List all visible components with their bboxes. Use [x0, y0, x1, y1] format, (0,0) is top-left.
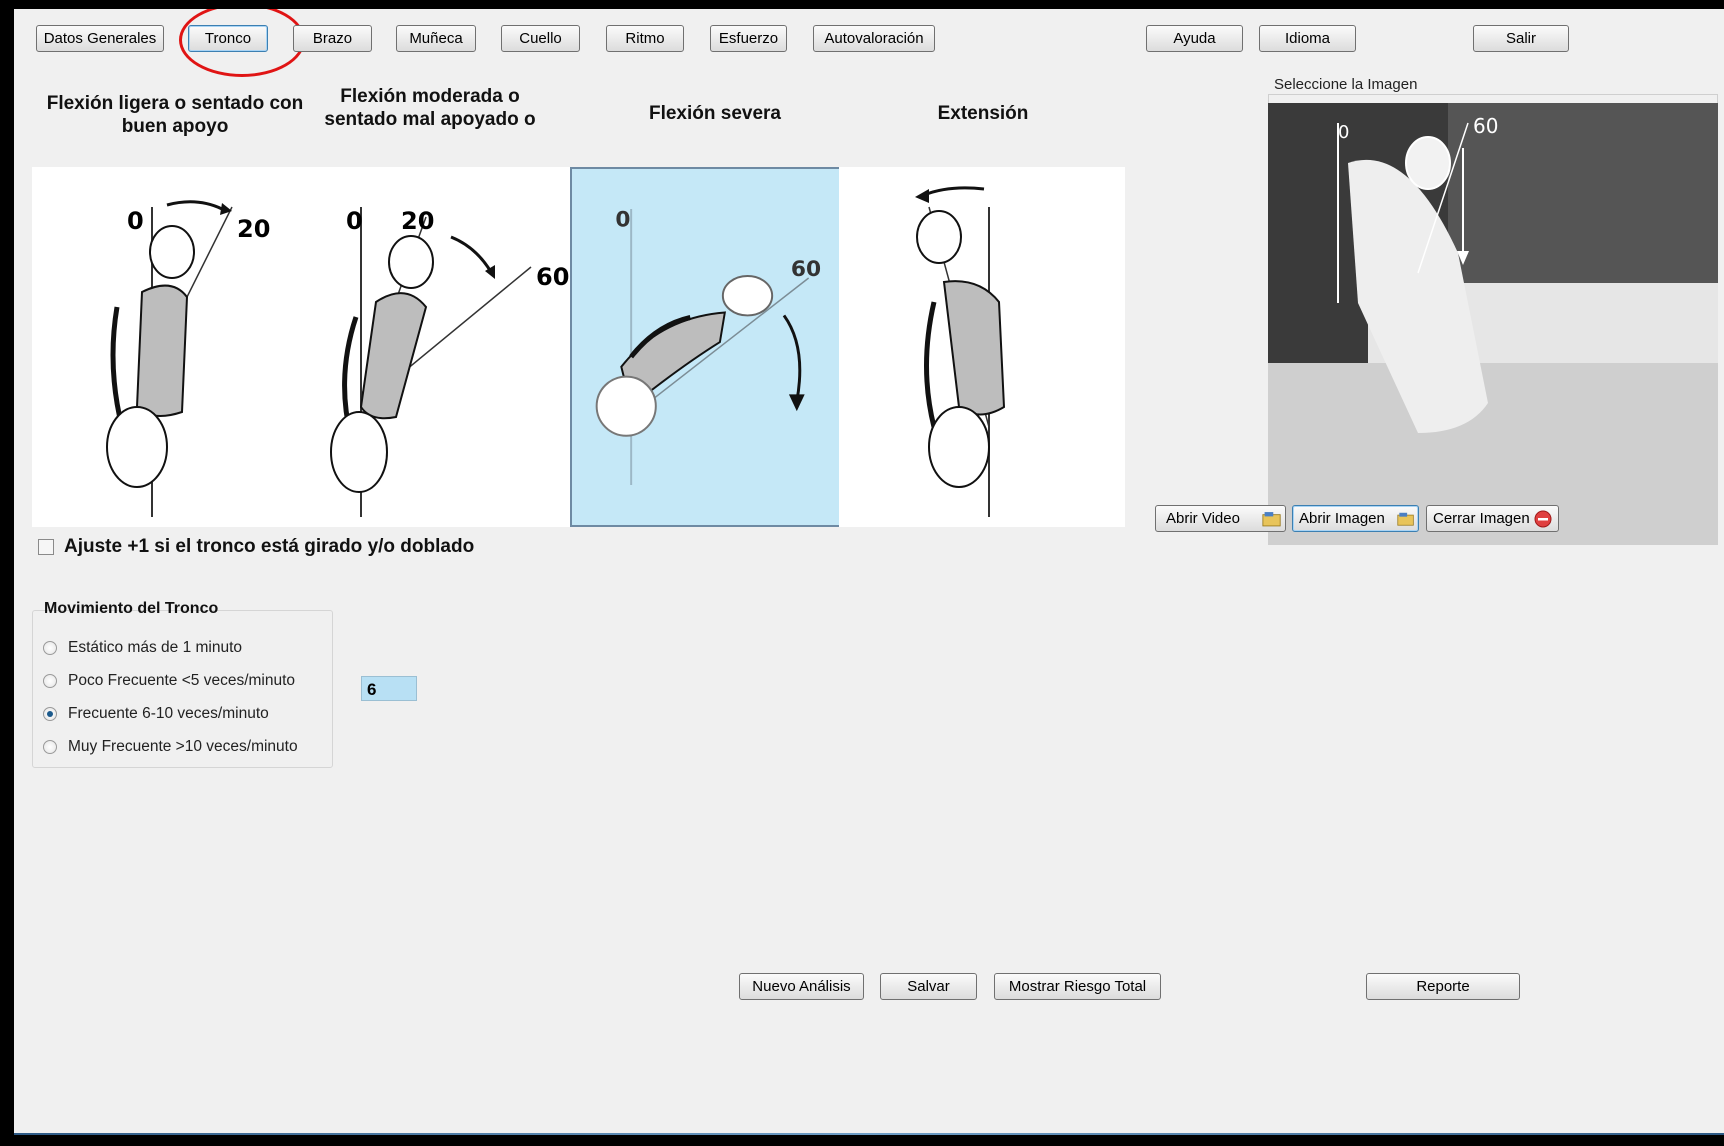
trunk-twist-adjust-row[interactable]: Ajuste +1 si el tronco está girado y/o d… — [38, 536, 474, 558]
open-video-label: Abrir Video — [1166, 510, 1240, 527]
report-button[interactable]: Reporte — [1366, 973, 1520, 1000]
posture-option-moderate-flexion[interactable]: 0 20 60 — [301, 167, 587, 527]
angle-label-0: 0 — [346, 207, 363, 235]
posture-title-severe: Flexión severa — [648, 103, 782, 124]
trunk-slight-flexion-figure: 0 20 — [106, 200, 270, 517]
help-button[interactable]: Ayuda — [1146, 25, 1243, 52]
open-video-button[interactable]: Abrir Video — [1155, 505, 1286, 532]
tab-esfuerzo[interactable]: Esfuerzo — [710, 25, 787, 52]
movement-option-very-frequent[interactable]: Muy Frecuente >10 veces/minuto — [43, 738, 298, 756]
new-analysis-button[interactable]: Nuevo Análisis — [739, 973, 864, 1000]
tab-muneca[interactable]: Muñeca — [396, 25, 476, 52]
open-image-button[interactable]: Abrir Imagen — [1292, 505, 1419, 532]
radio-very-frequent[interactable] — [43, 740, 57, 754]
folder-icon — [1397, 512, 1414, 526]
tab-brazo[interactable]: Brazo — [293, 25, 372, 52]
show-total-risk-button[interactable]: Mostrar Riesgo Total — [994, 973, 1161, 1000]
movement-option-infrequent[interactable]: Poco Frecuente <5 veces/minuto — [43, 672, 295, 690]
tab-autovaloracion[interactable]: Autovaloración — [813, 25, 935, 52]
app-window: Datos Generales Tronco Brazo Muñeca Cuel… — [14, 9, 1724, 1135]
overlay-angle-60: 60 — [1473, 114, 1498, 138]
trunk-extension-figure — [915, 186, 1006, 517]
open-image-label: Abrir Imagen — [1299, 510, 1385, 527]
angle-label-0: 0 — [127, 207, 144, 235]
angle-label-60: 60 — [791, 257, 821, 282]
posture-title-moderate: Flexión moderada o sentado mal apoyado o — [324, 86, 536, 130]
trunk-twist-label: Ajuste +1 si el tronco está girado y/o d… — [64, 536, 475, 557]
movement-option-static[interactable]: Estático más de 1 minuto — [43, 639, 242, 657]
close-image-button[interactable]: Cerrar Imagen — [1426, 505, 1559, 532]
posture-title-slight: Flexión ligera o sentado con buen apoyo — [46, 93, 304, 137]
save-button[interactable]: Salvar — [880, 973, 977, 1000]
overlay-angle-0: 0 — [1338, 122, 1349, 143]
language-button[interactable]: Idioma — [1259, 25, 1356, 52]
posture-option-slight-flexion[interactable]: 0 20 — [32, 167, 318, 527]
angle-label-20: 20 — [401, 207, 434, 235]
trunk-score-field: 6 — [361, 676, 417, 701]
radio-static[interactable] — [43, 641, 57, 655]
angle-label-60: 60 — [536, 263, 569, 291]
radio-frequent[interactable] — [43, 707, 57, 721]
posture-title-extension: Extensión — [937, 103, 1029, 124]
taskbar-strip — [14, 1133, 1724, 1135]
option-label: Poco Frecuente <5 veces/minuto — [68, 672, 296, 689]
trunk-severe-flexion-figure: 0 60 — [595, 208, 821, 486]
stop-icon — [1534, 510, 1552, 527]
exit-button[interactable]: Salir — [1473, 25, 1569, 52]
trunk-twist-checkbox[interactable] — [38, 539, 54, 555]
tab-ritmo[interactable]: Ritmo — [606, 25, 684, 52]
movement-option-frequent[interactable]: Frecuente 6-10 veces/minuto — [43, 705, 269, 723]
tab-datos-generales[interactable]: Datos Generales — [36, 25, 164, 52]
close-image-label: Cerrar Imagen — [1433, 510, 1530, 527]
posture-option-extension[interactable] — [839, 167, 1125, 527]
angle-label-0: 0 — [615, 208, 630, 233]
worker-photo-preview: 60 0 — [1268, 103, 1718, 544]
option-label: Frecuente 6-10 veces/minuto — [68, 705, 269, 722]
option-label: Estático más de 1 minuto — [68, 639, 243, 656]
photo-placeholder: 60 0 — [1268, 103, 1718, 544]
posture-option-severe-flexion[interactable]: 0 60 — [570, 167, 856, 527]
movement-group-title: Movimiento del Tronco — [44, 600, 219, 617]
option-label: Muy Frecuente >10 veces/minuto — [68, 738, 298, 755]
trunk-movement-group: Estático más de 1 minuto Poco Frecuente … — [32, 610, 333, 768]
trunk-moderate-flexion-figure: 0 20 60 — [330, 207, 569, 517]
angle-label-20: 20 — [237, 215, 270, 243]
radio-infrequent[interactable] — [43, 674, 57, 688]
tab-tronco[interactable]: Tronco — [188, 25, 268, 52]
image-group-label: Seleccione la Imagen — [1272, 76, 1420, 93]
tab-cuello[interactable]: Cuello — [501, 25, 580, 52]
folder-icon — [1262, 511, 1281, 526]
